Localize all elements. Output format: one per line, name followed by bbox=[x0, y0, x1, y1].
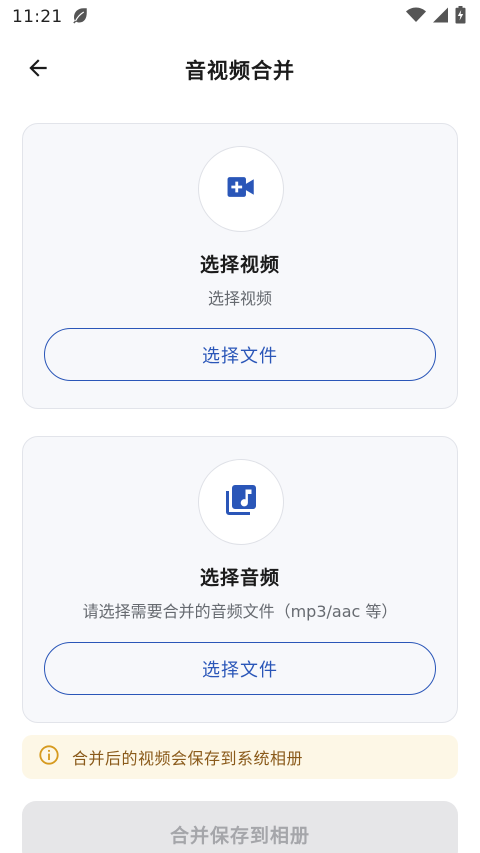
battery-charging-icon bbox=[455, 6, 466, 28]
page-title: 音视频合并 bbox=[185, 59, 295, 83]
status-left: 11:21 bbox=[12, 6, 89, 28]
info-banner-text: 合并后的视频会保存到系统相册 bbox=[72, 749, 304, 768]
status-bar: 11:21 bbox=[0, 0, 480, 34]
info-banner: 合并后的视频会保存到系统相册 bbox=[22, 735, 458, 779]
app-bar: 音视频合并 bbox=[0, 40, 480, 100]
arrow-back-icon bbox=[25, 55, 51, 85]
cellular-signal-icon bbox=[432, 7, 449, 27]
video-card-title: 选择视频 bbox=[199, 254, 280, 276]
audio-icon-circle bbox=[198, 459, 284, 545]
music-library-icon bbox=[223, 482, 259, 522]
back-button[interactable] bbox=[18, 50, 58, 90]
audio-select-card: 选择音频 请选择需要合并的音频文件（mp3/aac 等） 选择文件 bbox=[22, 436, 458, 723]
status-right bbox=[406, 6, 466, 28]
status-time: 11:21 bbox=[12, 7, 63, 27]
merge-save-button[interactable]: 合并保存到相册 bbox=[22, 801, 458, 853]
video-select-card: 选择视频 选择视频 选择文件 bbox=[22, 123, 458, 409]
wifi-icon bbox=[406, 7, 426, 27]
video-card-subtitle: 选择视频 bbox=[207, 289, 272, 308]
select-video-file-button[interactable]: 选择文件 bbox=[44, 328, 436, 381]
audio-card-subtitle: 请选择需要合并的音频文件（mp3/aac 等） bbox=[82, 602, 398, 621]
audio-card-title: 选择音频 bbox=[199, 567, 280, 589]
leaf-icon bbox=[71, 6, 89, 28]
select-audio-file-button[interactable]: 选择文件 bbox=[44, 642, 436, 695]
info-icon bbox=[38, 744, 60, 770]
video-add-icon bbox=[224, 170, 258, 208]
video-icon-circle bbox=[198, 146, 284, 232]
